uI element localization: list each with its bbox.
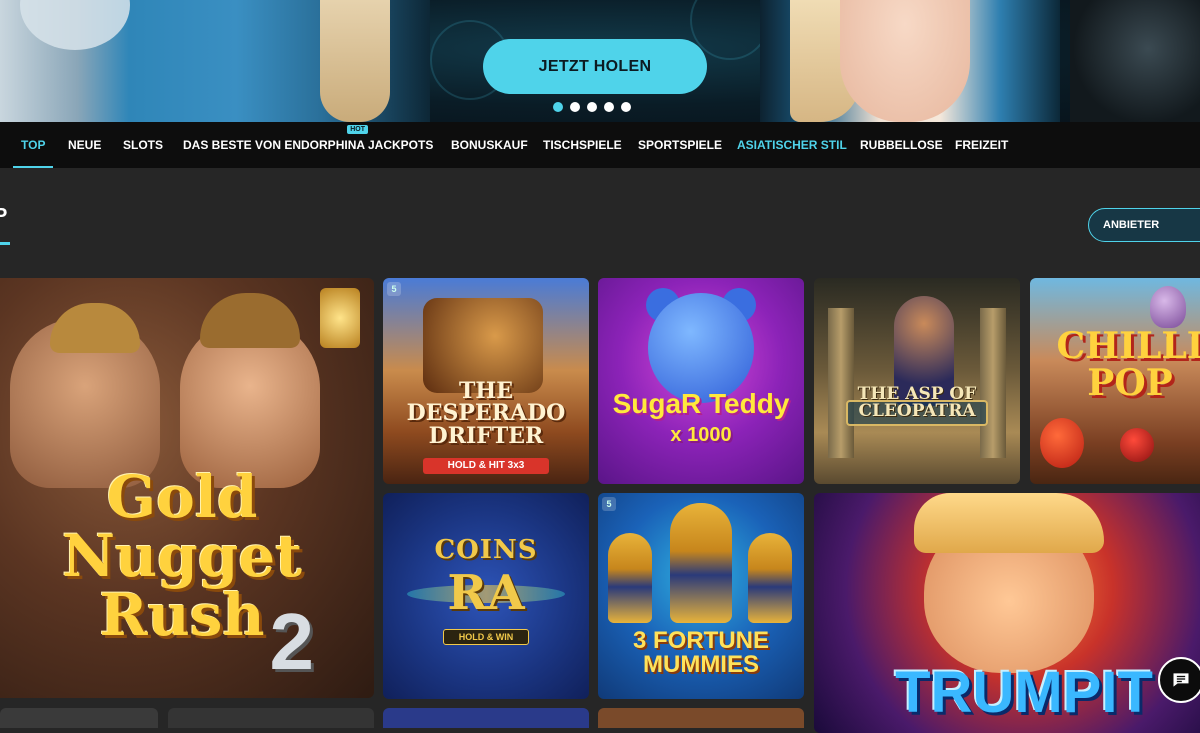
game-tile-partial[interactable] [0,708,158,728]
game-tile-coins-of-ra[interactable]: COINS RA HOLD & WIN [383,493,589,699]
game-tile-partial[interactable] [168,708,374,728]
nav-item-freizeit[interactable]: FREIZEIT [955,122,1008,168]
nav-item-jackpots[interactable]: JACKPOTS [368,122,433,168]
section-title-underline [0,242,10,245]
game-tile-chilli-pop[interactable]: CHILLI POP [1030,278,1200,484]
game-title: TRUMPIT [895,660,1153,725]
game-title-line: POP [1087,361,1173,404]
game-title-ra: RA [447,565,525,621]
game-title-line: CLEOPATRA [858,401,976,422]
nav-item-tischspiele[interactable]: TISCHSPIELE [543,122,622,168]
game-title: Gold Nugget Rush [0,463,374,650]
column-decor [828,308,854,458]
nav-item-neue[interactable]: NEUE [68,122,101,168]
hero-figure-hair [320,0,390,122]
garlic-art [1150,286,1186,328]
game-title: SugaR Teddy [612,388,790,419]
nav-item-sportspiele[interactable]: SPORTSPIELE [638,122,722,168]
game-title-line: Gold [106,463,258,531]
game-title-line: MUMMIES [643,651,759,679]
pepper-art [1040,418,1084,468]
nav-item-bonuskauf[interactable]: BONUSKAUF [451,122,528,168]
game-tile-partial[interactable] [383,708,589,728]
mummy-art [748,533,792,623]
carousel-dots [553,102,631,112]
lamp-decor [320,288,360,348]
carousel-dot[interactable] [587,102,597,112]
game-title-line: DESPERADO [406,400,566,427]
hero-figure [840,0,970,122]
nav-item-top[interactable]: TOP [12,122,55,168]
hero-roulette-wheel [1070,0,1200,122]
carousel-dot[interactable] [553,102,563,112]
pepper-art [1120,428,1154,462]
miner-helmet [50,303,140,353]
game-tile-3-fortune-mummies[interactable]: 5 3 FORTUNE MUMMIES [598,493,804,699]
character-hair [914,493,1104,553]
game-tile-sugar-teddy[interactable]: SugaR Teddy x 1000 [598,278,804,484]
nav-item-rubbellose[interactable]: RUBBELLOSE [860,122,943,168]
game-title-line: 3 FORTUNE [632,627,769,654]
game-tile-partial[interactable] [598,708,804,728]
game-title-line: DRIFTER [428,422,544,449]
section-title: P [0,205,8,227]
chat-button[interactable] [1158,657,1200,703]
bear-art [648,293,754,403]
miner-helmet [200,293,300,348]
hot-badge: HOT [347,125,369,134]
chat-icon [1173,673,1189,687]
game-title-line: THE [459,378,513,404]
carousel-dot[interactable] [604,102,614,112]
hero-cta-button[interactable]: JETZT HOLEN [483,39,707,94]
game-tile-gold-nugget-rush-2[interactable]: Gold Nugget Rush 2 [0,278,374,698]
nav-item-endorphina[interactable]: DAS BESTE VON ENDORPHINA HOT [183,122,369,168]
game-tile-trumpit[interactable]: TRUMPIT [814,493,1200,733]
game-subtitle: x 1000 [670,424,732,446]
game-title: THE ASP OF CLEOPATRA [814,385,1020,422]
hero-banner: JETZT HOLEN [0,0,1200,122]
provider-icon: 5 [387,282,401,296]
mummy-art [608,533,652,623]
game-tile-desperado-drifter[interactable]: 5 THE DESPERADO DRIFTER HOLD & HIT 3x3 [383,278,589,484]
game-title-line: CHILLI [1056,325,1200,367]
game-title: 3 FORTUNE MUMMIES [598,627,804,679]
category-nav: TOP NEUE SLOTS DAS BESTE VON ENDORPHINA … [0,122,1200,168]
game-title-line: Rush [99,581,265,650]
game-title: THE DESPERADO DRIFTER [383,378,589,449]
column-decor [980,308,1006,458]
game-title-number: 2 [269,597,315,686]
nav-item-label: DAS BESTE VON ENDORPHINA [183,138,366,152]
game-subtitle: HOLD & HIT 3x3 [423,458,549,474]
nav-item-slots[interactable]: SLOTS [123,122,163,168]
game-title: CHILLI POP [1030,328,1200,401]
game-subtitle: HOLD & WIN [443,629,529,645]
provider-icon: 5 [602,497,616,511]
carousel-dot[interactable] [570,102,580,112]
carousel-dot[interactable] [621,102,631,112]
nav-item-asiatischer-stil[interactable]: ASIATISCHER STIL [737,122,847,168]
game-tile-asp-of-cleopatra[interactable]: THE ASP OF CLEOPATRA [814,278,1020,484]
mummy-art [670,503,732,623]
game-title-line: Nugget [62,522,302,591]
provider-filter-button[interactable]: ANBIETER [1088,208,1200,242]
game-title: COINS [434,535,538,565]
